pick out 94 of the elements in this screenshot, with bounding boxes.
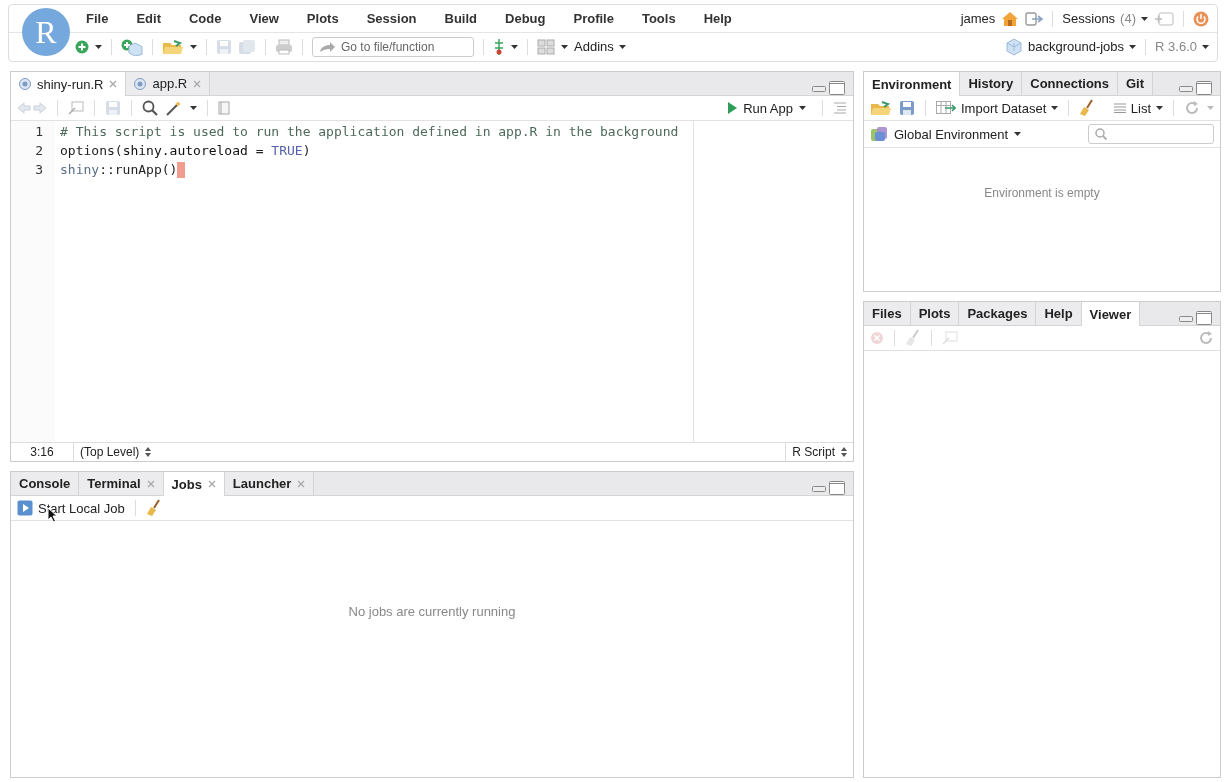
- job-play-icon: [17, 500, 33, 516]
- magic-wand-icon[interactable]: [165, 100, 183, 116]
- grid-icon[interactable]: [537, 38, 555, 55]
- r-version-menu[interactable]: R 3.6.0: [1155, 39, 1209, 54]
- broom-icon[interactable]: [1079, 99, 1096, 117]
- sign-out-icon[interactable]: [1025, 10, 1044, 27]
- tab[interactable]: Jobs: [163, 472, 225, 496]
- broom-icon[interactable]: [145, 499, 162, 517]
- outline-icon[interactable]: [833, 102, 847, 114]
- notebook-icon[interactable]: [218, 101, 230, 115]
- caret-icon[interactable]: [190, 44, 197, 49]
- code-line: # This script is used to run the application defined in app.R in the background: [60, 123, 679, 141]
- minimize-icon[interactable]: [812, 484, 826, 492]
- tab[interactable]: Viewer: [1081, 302, 1141, 326]
- caret-icon[interactable]: [95, 44, 102, 49]
- arrow-right-icon: [319, 40, 335, 53]
- new-project-icon[interactable]: [121, 37, 143, 56]
- go-to-file-field[interactable]: Go to file/function: [312, 36, 474, 57]
- show-in-window-icon[interactable]: [68, 101, 84, 115]
- list-icon: [1113, 103, 1126, 113]
- updown-icon: [145, 447, 152, 457]
- caret-icon[interactable]: [1129, 44, 1137, 49]
- caret-icon[interactable]: [1014, 132, 1022, 136]
- import-dataset-menu[interactable]: Import Dataset: [936, 100, 1059, 116]
- line-number: 2: [34, 142, 44, 160]
- close-icon[interactable]: [297, 479, 306, 488]
- view-mode-menu[interactable]: List: [1113, 100, 1163, 116]
- new-session-icon[interactable]: [1154, 11, 1174, 26]
- menu-item[interactable]: Build: [433, 11, 488, 26]
- code-line: shiny::runApp(): [60, 161, 178, 179]
- close-icon[interactable]: [207, 480, 216, 488]
- user-name: james: [960, 11, 996, 26]
- git-icon[interactable]: [493, 37, 505, 56]
- menu-item[interactable]: Edit: [125, 11, 172, 26]
- caret-icon[interactable]: [1051, 106, 1059, 110]
- menu-item[interactable]: Code: [177, 11, 233, 26]
- maximize-icon[interactable]: [829, 481, 845, 495]
- logo: R: [22, 8, 70, 56]
- empty-message: No jobs are currently running: [348, 604, 516, 621]
- refresh-icon[interactable]: [1198, 330, 1214, 346]
- caret-icon[interactable]: [1156, 106, 1163, 110]
- caret-icon[interactable]: [618, 44, 626, 49]
- print-icon[interactable]: [275, 38, 293, 55]
- menu-item[interactable]: Plots: [295, 11, 350, 26]
- menu-item[interactable]: View: [238, 11, 290, 26]
- minimize-icon[interactable]: [1179, 314, 1193, 322]
- caret-icon[interactable]: [1202, 44, 1209, 49]
- scope-menu[interactable]: (Top Level): [74, 443, 158, 461]
- play-icon: [728, 102, 738, 114]
- power-icon[interactable]: [1193, 10, 1209, 27]
- search-icon: [1095, 128, 1107, 140]
- line-number: 1: [34, 123, 44, 141]
- minimize-icon[interactable]: [812, 84, 826, 92]
- minimize-icon[interactable]: [1179, 84, 1193, 92]
- environment-menu[interactable]: Global Environment: [870, 126, 1022, 142]
- maximize-icon[interactable]: [1196, 311, 1212, 325]
- home-icon[interactable]: [1001, 10, 1020, 27]
- caret-icon[interactable]: [799, 106, 806, 110]
- menu-item[interactable]: File: [75, 11, 120, 26]
- maximize-icon[interactable]: [829, 81, 845, 95]
- empty-message: Environment is empty: [984, 186, 1100, 202]
- file-type-menu[interactable]: R Script: [785, 443, 853, 461]
- caret-icon[interactable]: [561, 44, 568, 49]
- menu-item[interactable]: Profile: [562, 11, 625, 26]
- save-icon[interactable]: [899, 100, 915, 116]
- new-file-icon[interactable]: [75, 39, 89, 54]
- tab[interactable]: shiny-run.R: [11, 72, 127, 96]
- caret-icon[interactable]: [190, 106, 197, 110]
- tab[interactable]: Environment: [864, 72, 961, 96]
- line-number: 3: [34, 161, 44, 179]
- menu-item[interactable]: Tools: [630, 11, 687, 26]
- close-icon[interactable]: [193, 79, 202, 88]
- run-app-button[interactable]: Run App: [722, 99, 812, 117]
- addins-menu[interactable]: Addins: [574, 39, 626, 54]
- close-icon[interactable]: [109, 80, 118, 88]
- search-icon[interactable]: [142, 100, 158, 116]
- caret-icon[interactable]: [511, 44, 518, 49]
- close-icon[interactable]: [146, 479, 155, 488]
- updown-icon: [841, 447, 847, 457]
- caret-icon[interactable]: [1141, 16, 1148, 21]
- project-menu[interactable]: background-jobs: [1004, 37, 1137, 56]
- refresh-icon[interactable]: [1184, 100, 1200, 116]
- maximize-icon[interactable]: [1196, 81, 1212, 95]
- table-icon: [936, 101, 956, 115]
- folder-icon[interactable]: [870, 100, 892, 116]
- menu-item[interactable]: Help: [692, 11, 743, 26]
- stack-icon: [870, 126, 888, 142]
- menu-item[interactable]: Session: [355, 11, 428, 26]
- sessions-menu[interactable]: Sessions (4): [1062, 11, 1148, 26]
- cursor-position: 3:16: [11, 443, 74, 461]
- folder-icon[interactable]: [162, 38, 184, 55]
- search-field[interactable]: [1088, 124, 1214, 144]
- code-line: options(shiny.autoreload = TRUE): [60, 142, 311, 160]
- menu-item[interactable]: Debug: [494, 11, 557, 26]
